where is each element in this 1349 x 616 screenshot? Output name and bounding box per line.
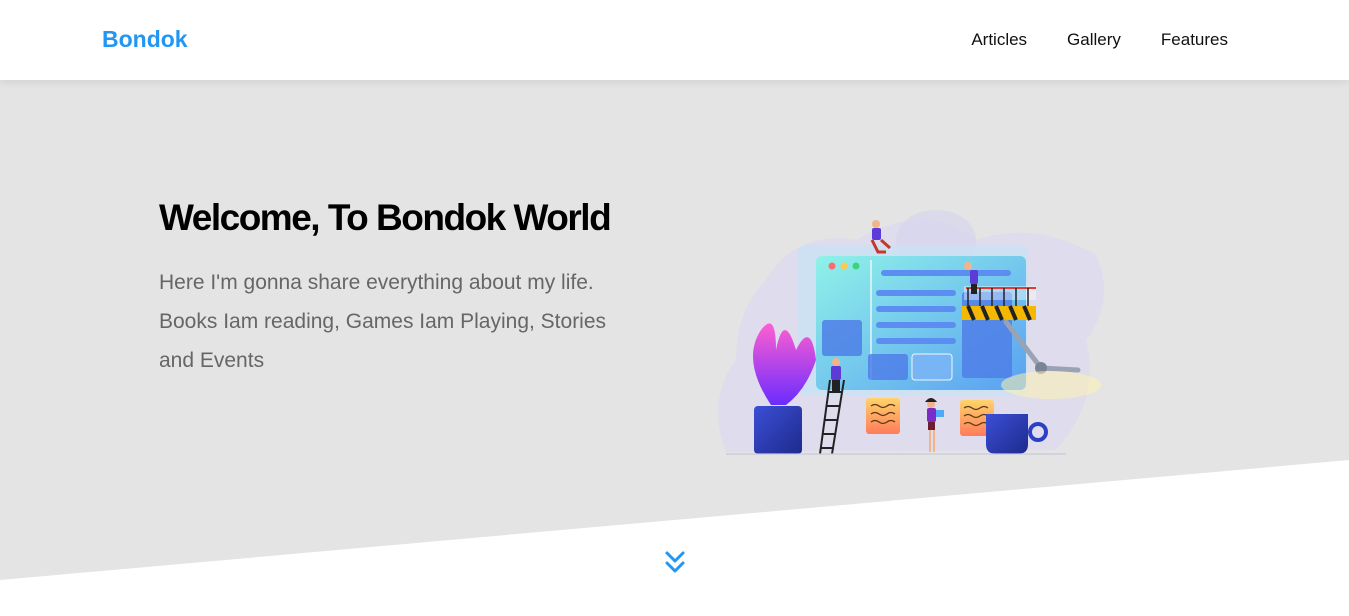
logo[interactable]: Bondok	[102, 26, 188, 53]
hero-title: Welcome, To Bondok World	[159, 197, 612, 238]
main-nav: Articles Gallery Features	[971, 30, 1228, 50]
nav-link-articles[interactable]: Articles	[971, 30, 1027, 50]
hero-illustration	[718, 210, 1104, 455]
site-header: Bondok Articles Gallery Features	[0, 0, 1349, 80]
nav-link-gallery[interactable]: Gallery	[1067, 30, 1121, 50]
hero-description: Here I'm gonna share everything about my…	[159, 271, 607, 372]
nav-link-features[interactable]: Features	[1161, 30, 1228, 50]
double-chevron-down-icon[interactable]	[664, 550, 686, 576]
